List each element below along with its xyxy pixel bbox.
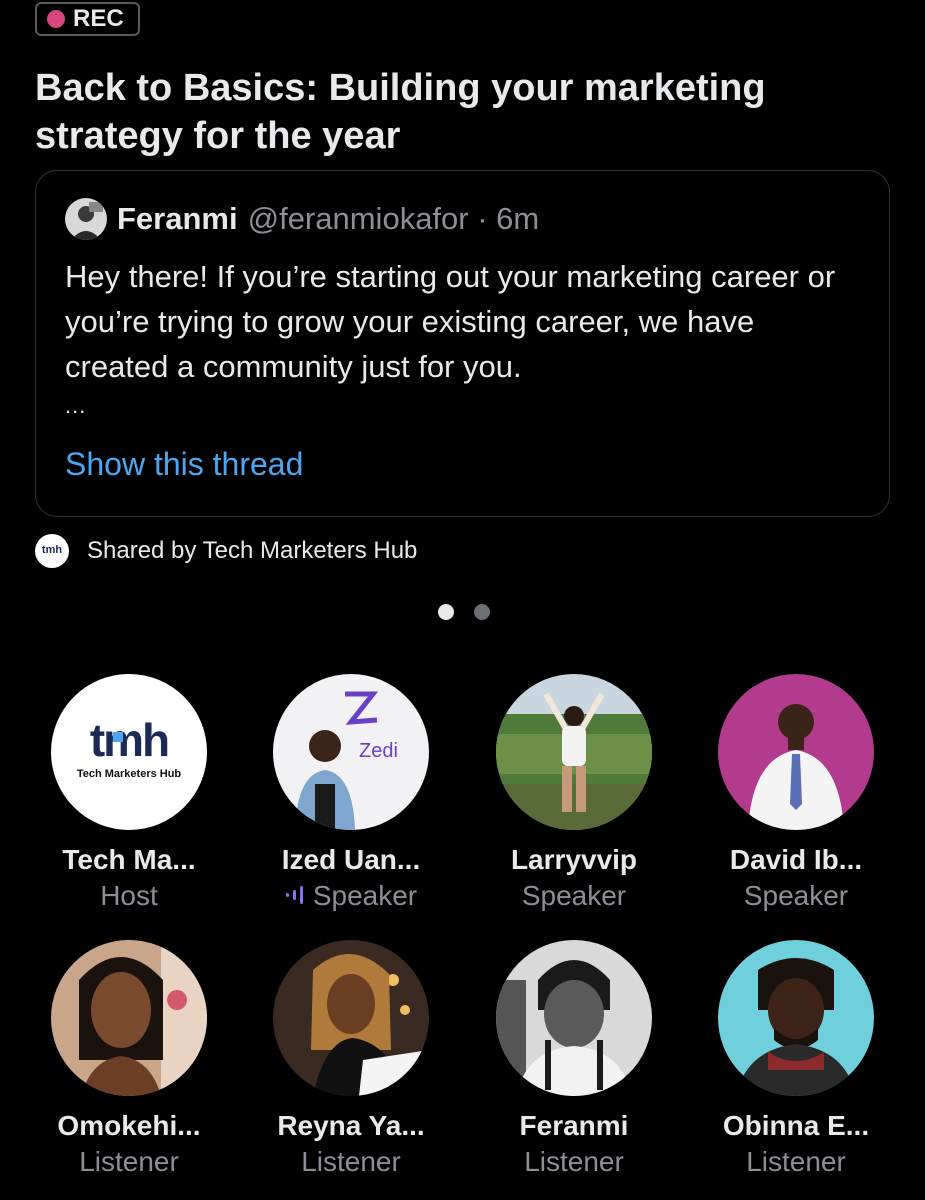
role-label: Listener bbox=[524, 1146, 624, 1177]
page-dot-2[interactable] bbox=[474, 604, 490, 620]
participant-role: Listener bbox=[251, 1146, 451, 1178]
avatar[interactable]: tmh Tech Marketers Hub bbox=[51, 674, 207, 830]
role-label: Listener bbox=[79, 1146, 179, 1177]
participant-david[interactable]: David Ib... Speaker bbox=[696, 674, 896, 912]
speaking-indicator-icon bbox=[285, 880, 307, 912]
avatar[interactable]: Zedi bbox=[273, 674, 429, 830]
role-label: Listener bbox=[746, 1146, 846, 1177]
avatar[interactable] bbox=[496, 674, 652, 830]
tweet-text: Hey there! If you’re starting out your m… bbox=[65, 259, 836, 384]
participant-name: David Ib... bbox=[729, 844, 863, 875]
participant-name: Omokehi... bbox=[57, 1110, 201, 1141]
participant-reyna[interactable]: Reyna Ya... Listener bbox=[251, 940, 451, 1178]
participant-role: Listener bbox=[29, 1146, 229, 1178]
tweet-avatar[interactable] bbox=[65, 198, 107, 240]
rec-badge: REC bbox=[35, 2, 140, 36]
tmh-logo-icon: tmh bbox=[35, 534, 69, 568]
participant-name: Larryvvip bbox=[510, 844, 638, 875]
participant-role: Speaker bbox=[474, 880, 674, 912]
role-label: Speaker bbox=[743, 880, 849, 911]
pinned-tweet-card[interactable]: Feranmi @feranmiokafor · 6m Hey there! I… bbox=[35, 170, 890, 517]
participant-name: Reyna Ya... bbox=[277, 1110, 425, 1141]
avatar[interactable] bbox=[496, 940, 652, 1096]
rec-label: REC bbox=[73, 5, 124, 32]
shared-by-text: Shared by Tech Marketers Hub bbox=[87, 537, 418, 564]
participant-role: Speaker bbox=[696, 880, 896, 912]
participant-tech-marketers-hub[interactable]: tmh Tech Marketers Hub Tech Ma... Host bbox=[29, 674, 229, 912]
avatar[interactable] bbox=[273, 940, 429, 1096]
avatar[interactable] bbox=[51, 940, 207, 1096]
participant-name: Obinna E... bbox=[722, 1110, 870, 1141]
role-label: Speaker bbox=[312, 880, 418, 911]
participant-ized[interactable]: Zedi Ized Uan... Speaker bbox=[251, 674, 451, 912]
role-label: Listener bbox=[301, 1146, 401, 1177]
role-label: Speaker bbox=[521, 880, 627, 911]
participant-larryvvip[interactable]: Larryvvip Speaker bbox=[474, 674, 674, 912]
role-label: Host bbox=[100, 880, 158, 911]
shared-by-row: tmh Shared by Tech Marketers Hub bbox=[35, 534, 417, 568]
host-logo-subtitle: Tech Marketers Hub bbox=[77, 768, 182, 780]
participant-role: Host bbox=[29, 880, 229, 912]
participant-omokehi[interactable]: Omokehi... Listener bbox=[29, 940, 229, 1178]
tweet-handle-time: @feranmiokafor · 6m bbox=[247, 201, 540, 236]
avatar[interactable] bbox=[718, 674, 874, 830]
participant-obinna[interactable]: Obinna E... Listener bbox=[696, 940, 896, 1178]
tweet-author-name[interactable]: Feranmi bbox=[117, 201, 238, 237]
participant-feranmi[interactable]: Feranmi Listener bbox=[474, 940, 674, 1178]
participant-role: Listener bbox=[696, 1146, 896, 1178]
zedi-logo-text: Zedi bbox=[359, 740, 398, 762]
tweet-ellipsis: ... bbox=[65, 393, 87, 418]
avatar[interactable] bbox=[718, 940, 874, 1096]
participant-name: Feranmi bbox=[519, 1110, 629, 1141]
tweet-header: Feranmi @feranmiokafor · 6m bbox=[65, 198, 539, 240]
show-thread-link[interactable]: Show this thread bbox=[65, 446, 303, 483]
participant-role: Listener bbox=[474, 1146, 674, 1178]
page-indicator bbox=[438, 604, 490, 620]
participant-name: Ized Uan... bbox=[281, 844, 421, 875]
host-logo-wordmark: tmh bbox=[90, 714, 168, 766]
participant-role: Speaker bbox=[251, 880, 451, 912]
participant-name: Tech Ma... bbox=[62, 844, 196, 875]
space-title: Back to Basics: Building your marketing … bbox=[35, 67, 766, 157]
shared-logo-text: tmh bbox=[42, 544, 62, 556]
recording-dot-icon bbox=[47, 10, 65, 28]
page-dot-1[interactable] bbox=[438, 604, 454, 620]
